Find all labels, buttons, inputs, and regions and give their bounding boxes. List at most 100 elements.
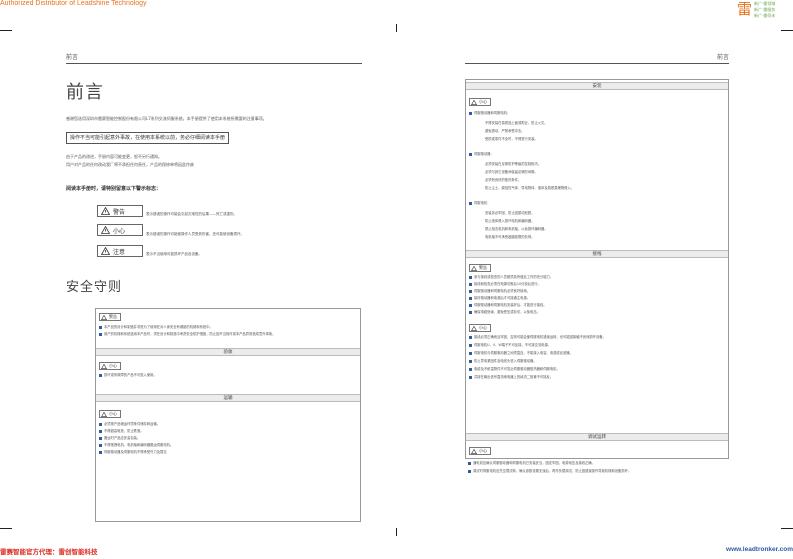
group-title: 伺服驱动器： <box>469 152 494 157</box>
sign-description: 表示错误的操作可能使操作人员受到伤害，还可能使设备损坏。 <box>146 232 244 236</box>
para-line: 由于产品的改进，手册内容可能变更，恕不另行通知。 <box>66 154 162 159</box>
sign-label: 小心 <box>479 448 487 453</box>
sign-label: 小心 <box>479 99 487 104</box>
warning-triangle-icon <box>101 314 107 320</box>
list-item: 接好驱动器和电源后才可接通主电源。 <box>469 296 530 301</box>
list-item: 伺服驱动器和伺服电机安装好后，才能进行接线。 <box>469 303 547 308</box>
safety-title: 安全守则 <box>66 280 123 295</box>
group-line: 防止液体侵入损坏电机和编码器。 <box>485 219 535 223</box>
list-item: 伺服驱动器及伺服电机不得承受外力及撞击 <box>99 450 167 455</box>
section-bar-receive: 验收 <box>96 348 360 356</box>
warning-sign: 警告 <box>97 205 143 217</box>
warning-triangle-icon <box>101 226 110 234</box>
caution-sign: 小心 <box>99 410 121 418</box>
sign-label: 警告 <box>113 208 126 216</box>
list-item: 不得超高堆放，防止跌落。 <box>99 429 144 434</box>
list-item: 伺服驱动器和伺服电机必须良好接地。 <box>469 289 530 294</box>
section-bar-wiring: 接线 <box>466 250 728 258</box>
warning-triangle-icon <box>101 207 110 215</box>
list-item: 伺服电机U、V、W端子不可反接，不可接交流电源。 <box>469 343 551 348</box>
list-item: 接线和检查必须在电源切断后10分钟后进行。 <box>469 282 541 287</box>
crop-mark <box>781 30 793 31</box>
footer-website-link[interactable]: www.leadtronker.com <box>726 546 793 553</box>
group-line: 安装务必牢固，防止因振动松脱。 <box>485 211 535 215</box>
caution-sign: 小心 <box>469 447 491 455</box>
sign-description: 表示错误的操作可能会引起灾难性的后果——死亡或重伤。 <box>146 212 237 216</box>
sign-description: 表示不当使用可能损坏产品及设备。 <box>146 252 202 256</box>
intro-line: 感谢您选用深圳市雷赛智能控制股份有限公司L7系列交流伺服系统。本手册提供了使用本… <box>66 116 267 121</box>
list-item: 损坏或有故障的产品不可投入使用。 <box>99 373 157 378</box>
warning-triangle-icon <box>101 411 107 417</box>
header-rule <box>465 63 729 64</box>
list-item: 调试时伺服电机应先空载试转，确认参数设置无误后，再作负载调试，防止因错误操作导致… <box>468 469 631 474</box>
warning-triangle-icon <box>101 363 107 369</box>
warning-triangle-icon <box>471 325 477 331</box>
warning-sign: 警告 <box>469 264 491 272</box>
group-line: 避免振动，严禁承受冲击。 <box>485 129 525 133</box>
section-bar-debug: 调试运转 <box>466 433 728 441</box>
footer-agent: 雷赛智能官方代理：雷创智能科技 <box>0 548 98 556</box>
list-item: 确保电缆绝缘，避免受压或剪切，以免电击。 <box>469 310 540 315</box>
group-line: 必须安装在足够防护等级的控制柜内。 <box>485 162 542 166</box>
install-panel: 安装 小心 伺服驱动器和伺服电机： 不得安装在易燃品上面或附近，防止火灾。 避免… <box>465 79 729 459</box>
list-item: 电缆及不耐温物件不可靠近伺服驱动器散热器和伺服电机。 <box>469 367 560 372</box>
para-line: 用户对产品的任何改动我厂将不承担任何责任，产品的保修单将因此作废 <box>66 162 194 167</box>
sign-label: 小心 <box>113 227 126 235</box>
list-item: 不得拖拽电机、电机轴和编码器搬运伺服电机。 <box>99 443 173 448</box>
list-item: 本产品的设计和制造并非是为了使用在对人身安全有威胁的机械和系统中。 <box>99 325 213 330</box>
sign-label: 警告 <box>479 265 487 270</box>
running-head: 前言 <box>716 54 729 61</box>
company-logo: 雷 新广·雷领域 新广·雷服务 新广·雷伺未 <box>737 0 793 22</box>
right-page: 前言 安装 小心 伺服驱动器和伺服电机： 不得安装在易燃品上面或附近，防止火灾。… <box>465 52 729 522</box>
list-item: 搬运时产品应妥善包装。 <box>99 436 140 441</box>
warning-triangle-icon <box>471 99 477 105</box>
crop-mark <box>0 30 12 31</box>
section-bar-transport: 运输 <box>96 394 360 402</box>
group-line: 必须有良好的散热条件。 <box>485 178 522 182</box>
group-line: 受损或零件不全时，不得进行安装。 <box>485 137 538 141</box>
sign-label: 小心 <box>109 363 117 368</box>
list-item: 通电前应确认伺服驱动器和伺服电机已安装妥当，固定牢固，电源电压及接线正确。 <box>468 461 595 466</box>
crop-mark <box>0 528 12 529</box>
header-rule <box>66 63 362 64</box>
safety-panel: 警告 本产品的设计和制造并非是为了使用在对人身安全有威胁的机械和系统中。 用户的… <box>95 308 361 522</box>
list-item: 必须按产品储运环境条件储存和运输。 <box>99 422 160 427</box>
running-head: 前言 <box>66 54 79 61</box>
warning-triangle-icon <box>471 265 477 271</box>
crop-mark <box>396 24 397 32</box>
crop-mark <box>781 528 793 529</box>
group-line: 不得安装在易燃品上面或附近，防止火灾。 <box>485 121 548 125</box>
caution-sign: 小心 <box>97 224 143 236</box>
crop-mark <box>396 528 397 536</box>
sign-label: 警告 <box>109 314 117 319</box>
page-title: 前言 <box>66 82 104 103</box>
caution-sign: 小心 <box>99 362 121 370</box>
section-bar-install: 安装 <box>466 82 728 90</box>
logo-mark: 雷 <box>737 0 753 18</box>
list-item: 并接在输出信号直流继电器上的续流二极管不可接反。 <box>469 375 553 380</box>
warning-triangle-icon <box>101 247 110 255</box>
list-item: 用户的机械和系统选用本产品时，须在设计和制造中考虑安全防护措施，防止因不当操作或… <box>99 332 275 337</box>
warning-note-box: 操作不当可能引起意外事故，在使用本系统以前，务必仔细阅读本手册 <box>66 132 230 144</box>
list-item: 防止导电紧固件及电线头进入伺服驱动器。 <box>469 359 537 364</box>
group-line: 禁止敲击电机和电机轴，以免损坏编码器。 <box>485 227 548 231</box>
caution-sign: 小心 <box>469 324 491 332</box>
notice-sign: 注意 <box>97 245 143 257</box>
logo-line-3: 新广·雷伺未 <box>754 13 776 18</box>
warning-triangle-icon <box>471 448 477 454</box>
left-page: 前言 前言 感谢您选用深圳市雷赛智能控制股份有限公司L7系列交流伺服系统。本手册… <box>66 52 362 522</box>
list-item: 接线必须正确而且牢固，否则可能会使伺服电机错误运转，也可能因接触不良而损坏设备。 <box>469 335 606 340</box>
warning-sign: 警告 <box>99 313 121 321</box>
sign-label: 小心 <box>479 325 487 330</box>
group-line: 电机轴不可承受超越极限的负荷。 <box>485 235 535 239</box>
list-item: 参与接线或检查的人员都须具有做此工作的充分能力。 <box>469 275 553 280</box>
sign-label: 小心 <box>109 411 117 416</box>
group-line: 防止尘土、腐蚀性气体、导电物体、液体及易燃易爆物侵入。 <box>485 186 575 190</box>
distributor-banner: Authorized Distributor of Leadshine Tech… <box>0 0 147 7</box>
list-item: 伺服电机与伺服驱动器之间须直连，不能接入电容、电感或滤波器。 <box>469 351 573 356</box>
group-line: 必须与其它设备间保留足够的间隙。 <box>485 170 538 174</box>
group-title: 伺服电机： <box>469 201 490 206</box>
read-heading: 阅读本手册时，请特别留意以下警示标志： <box>66 186 162 192</box>
sign-label: 注意 <box>113 248 126 256</box>
caution-sign: 小心 <box>469 98 491 106</box>
